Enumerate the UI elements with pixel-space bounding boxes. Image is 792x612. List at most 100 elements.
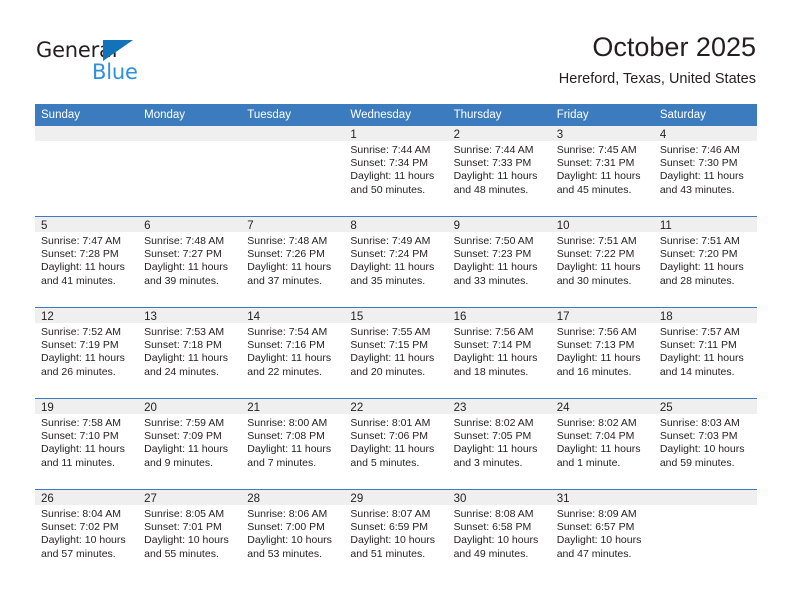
day-details: Sunrise: 8:03 AM Sunset: 7:03 PM Daylight:… [654,414,757,470]
sunset-text: Sunset: 7:11 PM [659,339,737,352]
sunset-text: Sunset: 7:15 PM [350,339,429,352]
weekday-header-saturday: Saturday [653,104,757,126]
day-number: 16 [447,308,551,323]
daylight-text: Daylight: 11 hours and 5 minutes. [350,443,435,469]
calendar-day-cell[interactable]: 27 Sunrise: 8:05 AM Sunset: 7:01 PM Dayligh… [138,489,242,580]
calendar-day-cell[interactable]: 2 Sunrise: 7:44 AM Sunset: 7:33 PM Daylight… [447,126,551,217]
daylight-text: Daylight: 11 hours and 43 minutes. [659,170,744,196]
sunrise-text: Sunrise: 7:47 AM [41,235,121,247]
day-cell-inner: 30 Sunrise: 8:08 AM Sunset: 6:58 PM Dayligh… [447,490,551,580]
day-cell-inner: 7 Sunrise: 7:48 AM Sunset: 7:26 PM Daylight… [241,217,345,307]
sunrise-text: Sunrise: 7:48 AM [247,235,328,247]
weekday-header-tuesday: Tuesday [241,104,345,126]
day-number: 30 [447,490,551,505]
day-details: Sunrise: 8:05 AM Sunset: 7:01 PM Daylight:… [138,505,241,561]
day-details: Sunrise: 7:44 AM Sunset: 7:33 PM Daylight:… [448,141,551,197]
calendar-day-cell[interactable]: 24 Sunrise: 8:02 AM Sunset: 7:04 PM Dayligh… [550,398,654,490]
calendar-day-cell[interactable]: 30 Sunrise: 8:08 AM Sunset: 6:58 PM Dayligh… [447,489,551,580]
daylight-text: Daylight: 11 hours and 7 minutes. [247,443,332,469]
sunset-text: Sunset: 7:27 PM [144,248,222,261]
day-number: 1 [344,126,448,141]
day-cell-inner: 6 Sunrise: 7:48 AM Sunset: 7:27 PM Daylight… [138,217,242,307]
calendar-day-cell[interactable]: 4 Sunrise: 7:46 AM Sunset: 7:30 PM Daylight… [653,126,757,217]
daylight-text: Daylight: 11 hours and 3 minutes. [453,443,538,469]
day-cell-inner [653,490,757,580]
day-cell-inner: 4 Sunrise: 7:46 AM Sunset: 7:30 PM Daylight… [653,126,757,216]
calendar-body: 1 Sunrise: 7:44 AM Sunset: 7:34 PM Daylight… [35,126,757,580]
calendar-day-cell[interactable]: 29 Sunrise: 8:07 AM Sunset: 6:59 PM Dayligh… [344,489,448,580]
calendar-day-cell[interactable]: 26 Sunrise: 8:04 AM Sunset: 7:02 PM Dayligh… [35,489,139,580]
sunset-text: Sunset: 6:57 PM [556,521,635,534]
sunrise-text: Sunrise: 7:59 AM [144,417,225,429]
day-cell-inner: 15 Sunrise: 7:55 AM Sunset: 7:15 PM Dayligh… [344,308,448,398]
daylight-text: Daylight: 11 hours and 28 minutes. [659,261,744,287]
calendar-day-cell[interactable]: 22 Sunrise: 8:01 AM Sunset: 7:06 PM Dayligh… [344,398,448,490]
calendar-day-cell[interactable]: 10 Sunrise: 7:51 AM Sunset: 7:22 PM Dayligh… [550,216,654,308]
calendar-day-cell[interactable]: 28 Sunrise: 8:06 AM Sunset: 7:00 PM Dayligh… [241,489,345,580]
sunset-text: Sunset: 7:28 PM [41,248,119,261]
day-details: Sunrise: 7:55 AM Sunset: 7:15 PM Daylight:… [344,323,447,379]
day-number: 6 [138,217,242,232]
calendar-day-cell[interactable]: 17 Sunrise: 7:56 AM Sunset: 7:13 PM Dayligh… [550,307,654,399]
sunrise-text: Sunrise: 8:05 AM [144,508,225,520]
day-details: Sunrise: 8:02 AM Sunset: 7:05 PM Daylight:… [448,414,551,470]
day-number: 24 [550,399,654,414]
daylight-text: Daylight: 11 hours and 45 minutes. [556,170,641,196]
day-number [241,126,345,141]
sunrise-sunset-calendar: Sunday Monday Tuesday Wednesday Thursday… [35,104,757,580]
daylight-text: Daylight: 11 hours and 14 minutes. [659,352,744,378]
day-number: 12 [35,308,139,323]
calendar-day-cell[interactable]: 12 Sunrise: 7:52 AM Sunset: 7:19 PM Dayligh… [35,307,139,399]
sunset-text: Sunset: 7:18 PM [144,339,222,352]
day-details: Sunrise: 7:56 AM Sunset: 7:13 PM Daylight:… [551,323,654,379]
page-title: October 2025 [592,32,756,62]
calendar-day-cell[interactable]: 16 Sunrise: 7:56 AM Sunset: 7:14 PM Dayligh… [447,307,551,399]
calendar-day-cell[interactable]: 18 Sunrise: 7:57 AM Sunset: 7:11 PM Dayligh… [653,307,757,399]
day-number: 21 [241,399,345,414]
calendar-day-cell[interactable]: 14 Sunrise: 7:54 AM Sunset: 7:16 PM Dayligh… [241,307,345,399]
day-number: 17 [550,308,654,323]
day-number: 13 [138,308,242,323]
calendar-day-cell-empty [653,489,757,580]
day-cell-inner: 8 Sunrise: 7:49 AM Sunset: 7:24 PM Daylight… [344,217,448,307]
calendar-day-cell[interactable]: 15 Sunrise: 7:55 AM Sunset: 7:15 PM Dayligh… [344,307,448,399]
calendar-day-cell[interactable]: 3 Sunrise: 7:45 AM Sunset: 7:31 PM Daylight… [550,126,654,217]
calendar-day-cell[interactable]: 7 Sunrise: 7:48 AM Sunset: 7:26 PM Daylight… [241,216,345,308]
calendar-day-cell[interactable]: 19 Sunrise: 7:58 AM Sunset: 7:10 PM Dayligh… [35,398,139,490]
calendar-week-row: 26 Sunrise: 8:04 AM Sunset: 7:02 PM Dayligh… [35,489,757,580]
calendar-day-cell[interactable]: 6 Sunrise: 7:48 AM Sunset: 7:27 PM Daylight… [138,216,242,308]
sunrise-text: Sunrise: 7:57 AM [659,326,740,338]
calendar-day-cell[interactable]: 25 Sunrise: 8:03 AM Sunset: 7:03 PM Dayligh… [653,398,757,490]
day-details: Sunrise: 8:04 AM Sunset: 7:02 PM Daylight:… [35,505,138,561]
sunset-text: Sunset: 7:14 PM [453,339,532,352]
day-details: Sunrise: 7:51 AM Sunset: 7:20 PM Daylight:… [654,232,757,288]
calendar-day-cell[interactable]: 5 Sunrise: 7:47 AM Sunset: 7:28 PM Daylight… [35,216,139,308]
calendar-day-cell[interactable]: 11 Sunrise: 7:51 AM Sunset: 7:20 PM Dayligh… [653,216,757,308]
daylight-text: Daylight: 11 hours and 16 minutes. [556,352,641,378]
day-number [653,490,757,505]
calendar-week-row: 19 Sunrise: 7:58 AM Sunset: 7:10 PM Dayligh… [35,398,757,490]
sunrise-text: Sunrise: 8:06 AM [247,508,328,520]
calendar-day-cell[interactable]: 9 Sunrise: 7:50 AM Sunset: 7:23 PM Daylight… [447,216,551,308]
calendar-day-cell[interactable]: 8 Sunrise: 7:49 AM Sunset: 7:24 PM Daylight… [344,216,448,308]
sunset-text: Sunset: 7:26 PM [247,248,325,261]
sunset-text: Sunset: 7:01 PM [144,521,222,534]
day-cell-inner: 11 Sunrise: 7:51 AM Sunset: 7:20 PM Dayligh… [653,217,757,307]
calendar-day-cell[interactable]: 20 Sunrise: 7:59 AM Sunset: 7:09 PM Dayligh… [138,398,242,490]
calendar-day-cell[interactable]: 23 Sunrise: 8:02 AM Sunset: 7:05 PM Dayligh… [447,398,551,490]
sunrise-text: Sunrise: 8:01 AM [350,417,431,429]
sunset-text: Sunset: 7:04 PM [556,430,635,443]
general-blue-logo[interactable]: General Blue [36,38,196,90]
day-details: Sunrise: 8:02 AM Sunset: 7:04 PM Daylight:… [551,414,654,470]
day-cell-inner: 3 Sunrise: 7:45 AM Sunset: 7:31 PM Daylight… [550,126,654,216]
day-details: Sunrise: 7:46 AM Sunset: 7:30 PM Daylight:… [654,141,757,197]
calendar-day-cell[interactable]: 13 Sunrise: 7:53 AM Sunset: 7:18 PM Dayligh… [138,307,242,399]
calendar-day-cell[interactable]: 1 Sunrise: 7:44 AM Sunset: 7:34 PM Daylight… [344,126,448,217]
weekday-header-thursday: Thursday [447,104,551,126]
sunrise-text: Sunrise: 7:55 AM [350,326,431,338]
calendar-day-cell[interactable]: 21 Sunrise: 8:00 AM Sunset: 7:08 PM Dayligh… [241,398,345,490]
sunrise-text: Sunrise: 7:56 AM [453,326,534,338]
calendar-day-cell[interactable]: 31 Sunrise: 8:09 AM Sunset: 6:57 PM Dayligh… [550,489,654,580]
calendar-day-cell-empty [241,126,345,217]
day-details: Sunrise: 7:44 AM Sunset: 7:34 PM Daylight:… [344,141,447,197]
